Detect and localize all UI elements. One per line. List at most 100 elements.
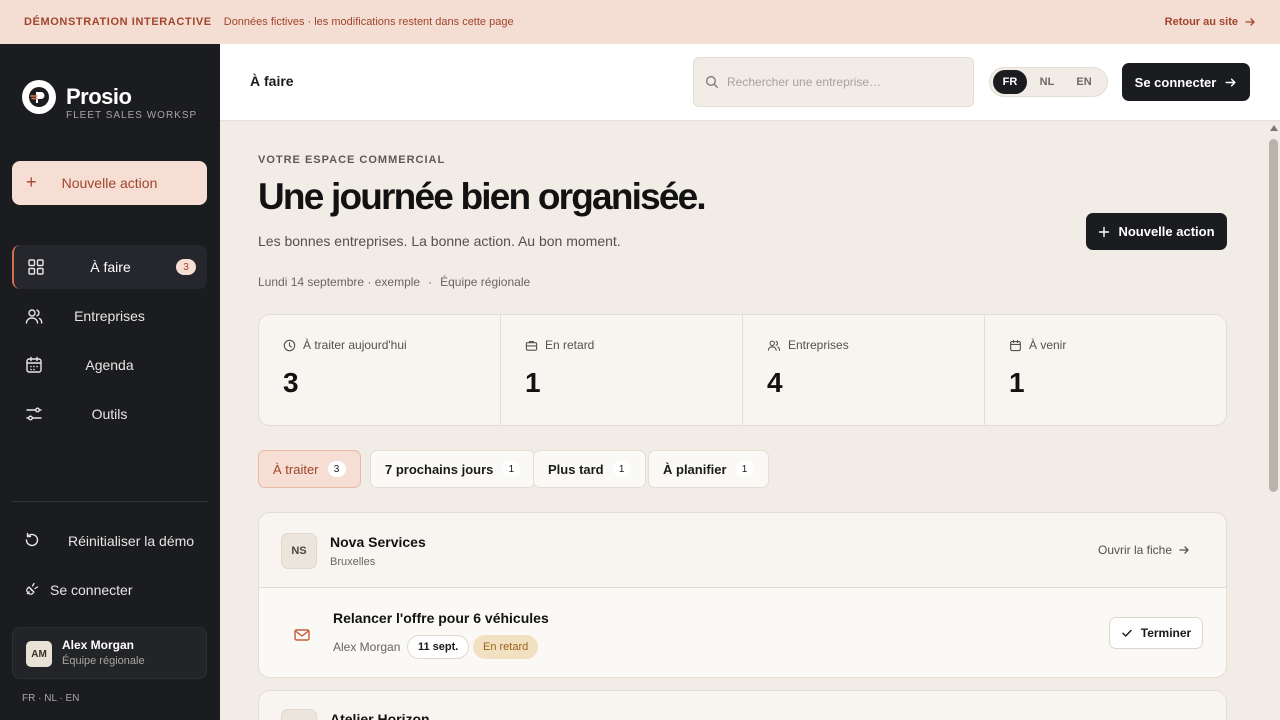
sidebar-item-a-faire[interactable]: À faire 3	[12, 245, 207, 289]
brand-logo-icon	[22, 80, 56, 114]
search-input[interactable]	[727, 75, 957, 89]
arrow-right-icon	[1245, 18, 1255, 26]
sidebar-divider	[12, 501, 208, 502]
user-name: Alex Morgan	[62, 638, 135, 652]
stat-value: 1	[525, 367, 541, 398]
header-login-label: Se connecter	[1134, 74, 1217, 90]
task-title: Relancer l'offre pour 6 véhicules	[333, 610, 549, 626]
stat-label: En retard	[525, 338, 594, 352]
scroll-up-arrow-icon[interactable]	[1270, 125, 1278, 131]
meta-separator: ·	[428, 275, 433, 289]
tab-label: À traiter	[273, 461, 319, 477]
stat-label: À traiter aujourd'hui	[283, 338, 407, 352]
demo-tag: DÉMONSTRATION INTERACTIVE	[24, 16, 212, 28]
sidebar-new-action-button[interactable]: + Nouvelle action	[12, 161, 207, 205]
lang-en-button[interactable]: EN	[1067, 70, 1101, 94]
tab-count: 1	[735, 461, 754, 477]
calendar-icon	[1010, 339, 1021, 351]
language-switcher: FR NL EN	[989, 67, 1108, 97]
lang-fr-button[interactable]: FR	[993, 70, 1027, 94]
todo-count-badge: 3	[176, 259, 196, 275]
clock-icon	[283, 339, 296, 351]
main-scrollbar[interactable]	[1267, 121, 1280, 720]
task-row[interactable]: Relancer l'offre pour 6 véhicules Alex M…	[259, 588, 1226, 677]
tab-7-prochains-jours[interactable]: 7 prochains jours 1	[370, 450, 536, 488]
sidebar-item-entreprises[interactable]: Entreprises	[12, 294, 207, 338]
status-badge: En retard	[473, 635, 539, 659]
briefcase-icon	[525, 340, 538, 351]
header-title: À faire	[250, 73, 294, 89]
search-icon	[706, 76, 718, 88]
scroll-thumb[interactable]	[1269, 139, 1278, 492]
task-due-date: 11 sept.	[407, 635, 470, 659]
tab-count: 1	[612, 461, 631, 477]
sidebar-item-agenda[interactable]: Agenda	[12, 343, 207, 387]
sidebar-language-list[interactable]: FR · NL · EN	[22, 693, 79, 704]
stat-label-text: À venir	[1029, 338, 1067, 352]
stat-label-text: À traiter aujourd'hui	[303, 338, 407, 352]
reset-demo-button[interactable]: Réinitialiser la démo	[12, 521, 207, 561]
company-name: Atelier Horizon	[330, 711, 430, 720]
back-to-site-label: Retour au site	[1164, 16, 1238, 28]
plug-icon	[26, 582, 39, 595]
company-initials-badge: NS	[281, 533, 317, 569]
current-date: Lundi 14 septembre · exemple	[258, 275, 421, 289]
sidebar-new-action-label: Nouvelle action	[61, 175, 158, 191]
brand[interactable]: Prosio	[22, 80, 132, 114]
new-action-label: Nouvelle action	[1118, 224, 1215, 239]
calendar-icon	[26, 356, 42, 373]
open-company-link[interactable]: Ouvrir la fiche	[1098, 543, 1190, 557]
demo-note: Données fictives · les modifications res…	[223, 16, 514, 28]
tab-count: 1	[502, 461, 521, 477]
sliders-icon	[26, 407, 42, 421]
sidebar-item-outils[interactable]: Outils	[12, 392, 207, 436]
sidebar-login-button[interactable]: Se connecter	[12, 570, 207, 610]
company-card: AH Atelier Horizon	[258, 690, 1227, 720]
grid-icon	[28, 259, 44, 275]
tab-label: À planifier	[663, 461, 727, 477]
stat-label: À venir	[1009, 338, 1066, 352]
new-action-button[interactable]: Nouvelle action	[1086, 213, 1227, 250]
stat-label-text: En retard	[545, 338, 595, 352]
header-login-button[interactable]: Se connecter	[1122, 63, 1250, 101]
stat-label: Entreprises	[767, 338, 849, 352]
back-to-site-link[interactable]: Retour au site	[1165, 16, 1256, 28]
stat-value: 1	[1009, 367, 1025, 398]
finish-task-button[interactable]: Terminer	[1109, 617, 1203, 649]
brand-subtitle: FLEET SALES WORKSPA...	[66, 110, 196, 121]
company-name: Nova Services	[330, 534, 426, 550]
stat-label-text: Entreprises	[788, 338, 849, 352]
stat-late: En retard 1	[501, 315, 743, 425]
company-card: NS Nova Services Bruxelles Ouvrir la fic…	[258, 512, 1227, 678]
tab-a-planifier[interactable]: À planifier 1	[648, 450, 769, 488]
plus-icon	[1099, 226, 1110, 237]
tab-label: Plus tard	[548, 461, 604, 477]
users-icon	[25, 309, 43, 324]
arrow-right-icon	[1179, 546, 1189, 554]
page-meta: Lundi 14 septembre · exemple · Équipe régi…	[258, 275, 530, 289]
team-name: Équipe régionale	[440, 275, 531, 289]
check-icon	[1122, 629, 1132, 637]
stat-today: À traiter aujourd'hui 3	[259, 315, 501, 425]
task-owner: Alex Morgan	[333, 640, 401, 654]
top-header: À faire FR NL EN Se connecter	[220, 44, 1280, 121]
user-card[interactable]: AM Alex Morgan Équipe régionale	[12, 627, 207, 679]
search-box[interactable]	[693, 57, 974, 107]
plus-icon: +	[26, 172, 37, 192]
page-title: Une journée bien organisée.	[258, 176, 707, 217]
stat-value: 4	[767, 367, 783, 398]
tab-count: 3	[327, 461, 346, 477]
stat-value: 3	[283, 367, 299, 398]
reset-demo-label: Réinitialiser la démo	[68, 533, 195, 549]
brand-name: Prosio	[66, 84, 132, 109]
sidebar-login-label: Se connecter	[50, 582, 133, 598]
tab-a-traiter[interactable]: À traiter 3	[258, 450, 361, 488]
demo-banner: DÉMONSTRATION INTERACTIVE Données fictiv…	[0, 0, 1280, 44]
lang-nl-button[interactable]: NL	[1030, 70, 1064, 94]
mail-icon	[294, 629, 310, 641]
company-city: Bruxelles	[330, 556, 376, 568]
tab-plus-tard[interactable]: Plus tard 1	[533, 450, 646, 488]
arrow-right-icon	[1225, 78, 1236, 86]
finish-task-label: Terminer	[1140, 626, 1192, 640]
page-subtitle: Les bonnes entreprises. La bonne action.…	[258, 233, 621, 249]
